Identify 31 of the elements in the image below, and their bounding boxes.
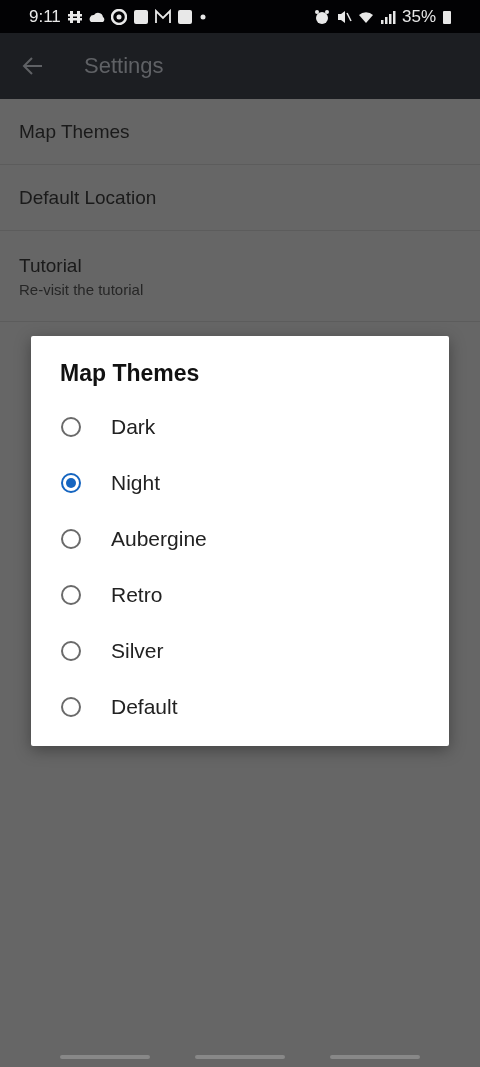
nav-handle[interactable] — [330, 1055, 420, 1059]
option-label[interactable]: Dark — [111, 415, 156, 439]
mail-icon — [154, 8, 171, 25]
back-button[interactable] — [22, 55, 44, 77]
status-time: 9:11 — [29, 6, 61, 27]
radio-button[interactable] — [61, 417, 81, 437]
settings-item-title: Map Themes — [19, 120, 131, 143]
nav-handle[interactable] — [195, 1055, 285, 1059]
option-label[interactable]: Retro — [111, 583, 163, 607]
battery-icon — [442, 8, 452, 25]
hash-icon — [66, 8, 83, 25]
battery-percent: 35% — [401, 6, 436, 27]
square-app-icon — [176, 8, 193, 25]
mute-icon — [335, 8, 352, 25]
settings-item-title: Default Location — [19, 186, 158, 209]
settings-item-subtitle: Re-visit the tutorial — [19, 280, 145, 298]
app-bar-title: Settings — [84, 53, 164, 79]
nav-handle[interactable] — [60, 1055, 150, 1059]
radio-button[interactable] — [61, 529, 81, 549]
option-label[interactable]: Night — [111, 471, 161, 495]
radio-button[interactable] — [61, 473, 81, 493]
option-label[interactable]: Aubergine — [111, 527, 207, 551]
option-label[interactable]: Silver — [111, 639, 164, 663]
option-label[interactable]: Default — [111, 695, 178, 719]
radio-button[interactable] — [61, 697, 81, 717]
radio-button[interactable] — [61, 641, 81, 661]
settings-item-title: Tutorial — [19, 254, 83, 277]
radio-button[interactable] — [61, 585, 81, 605]
signal-icon — [379, 8, 396, 25]
dialog-title: Map Themes — [59, 360, 201, 387]
square-app-icon — [132, 8, 149, 25]
